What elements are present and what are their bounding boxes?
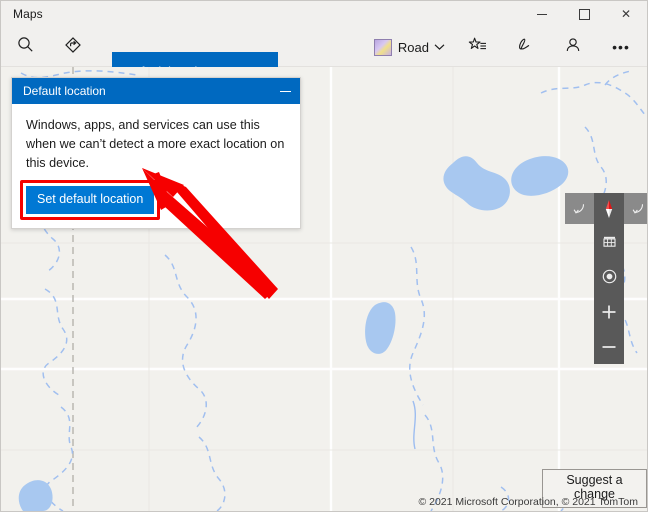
compass-button[interactable] [594,193,624,224]
panel-description: Windows, apps, and services can use this… [26,118,285,170]
command-bar: Default location ✕ Road [1,27,647,92]
map-copyright: © 2021 Microsoft Corporation, © 2021 Tom… [418,496,638,508]
ink-button[interactable] [501,27,549,67]
maximize-button[interactable] [563,1,605,27]
account-button[interactable] [549,27,597,67]
favorites-button[interactable] [453,27,501,67]
rotate-map-right-button[interactable] [624,193,647,224]
panel-header: Default location [12,78,300,104]
directions-icon [64,36,82,59]
minimize-button[interactable] [521,1,563,27]
app-title: Maps [13,7,43,21]
map-style-label: Road [397,39,429,55]
maps-app-window: Maps ✕ Road ••• Suggest a change © 2021 … [0,0,648,512]
minus-icon [602,345,616,348]
close-window-button[interactable]: ✕ [605,1,647,27]
default-location-panel: Default location Windows, apps, and serv… [11,77,301,229]
favorites-star-icon [468,36,487,59]
my-location-button[interactable] [594,259,624,294]
zoom-out-button[interactable] [594,329,624,364]
rotate-map-left-button[interactable] [565,193,594,224]
window-controls: ✕ [521,1,647,27]
minimize-icon [537,13,547,15]
zoom-in-button[interactable] [594,294,624,329]
chevron-down-icon [434,38,445,56]
ink-pen-icon [516,36,534,59]
close-icon: ✕ [620,7,632,21]
title-bar: Maps ✕ [1,1,647,27]
search-button[interactable] [1,27,49,67]
tilt-3d-button[interactable] [594,224,624,259]
3d-city-view-icon [602,236,616,247]
panel-minimize-icon [279,90,291,92]
panel-title: Default location [23,84,106,98]
map-style-button[interactable]: Road [366,31,453,63]
more-options-button[interactable]: ••• [597,27,645,67]
compass-needle-icon [605,199,613,218]
panel-body: Windows, apps, and services can use this… [12,104,300,228]
command-bar-right-group: Road ••• [366,27,645,67]
panel-minimize-button[interactable] [270,78,300,104]
more-horizontal-icon: ••• [612,39,630,55]
rotate-right-icon [632,204,644,214]
rotate-left-icon [573,204,585,214]
account-person-icon [564,36,582,59]
directions-button[interactable] [49,27,97,67]
command-bar-left-group [1,27,97,67]
my-location-icon [602,269,616,284]
map-style-thumbnail-icon [373,38,392,56]
set-default-location-button[interactable]: Set default location [26,186,155,214]
map-controls-strip [594,193,624,364]
maximize-icon [578,8,590,20]
set-default-location-wrapper: Set default location [20,180,161,220]
plus-icon [602,305,616,318]
search-icon [17,36,34,58]
